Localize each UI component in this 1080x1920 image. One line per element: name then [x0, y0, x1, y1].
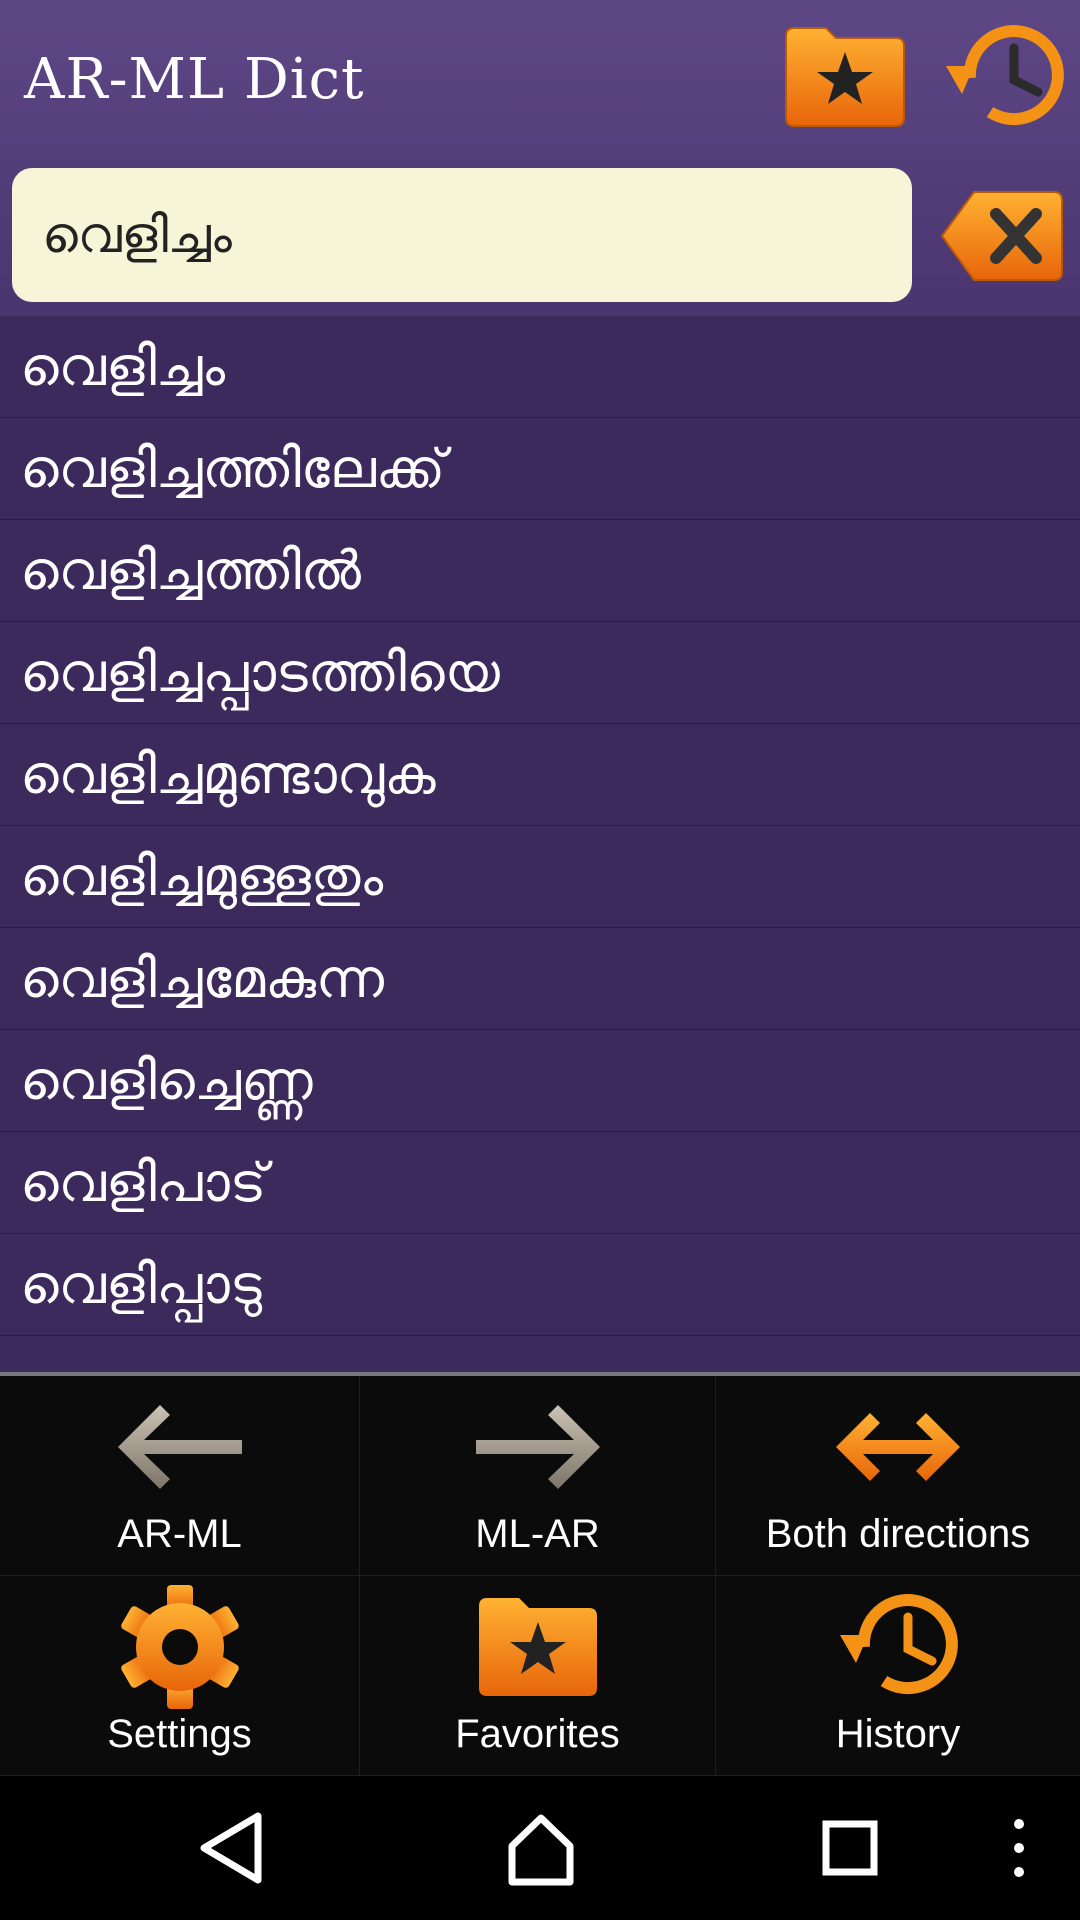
- menu-label: Both directions: [765, 1512, 1031, 1556]
- favorites-header-button[interactable]: [782, 26, 908, 128]
- result-item[interactable]: വെളിച്ചമുള്ളതും: [0, 826, 1080, 928]
- search-input[interactable]: [12, 168, 912, 302]
- folder-star-icon: [785, 27, 905, 127]
- result-item[interactable]: വെളിച്ചം: [0, 316, 1080, 418]
- menu-label: History: [835, 1712, 961, 1756]
- more-vert-icon: [1014, 1819, 1024, 1877]
- app-header: AR-ML Dict: [0, 0, 1080, 316]
- options-menu: AR-ML ML-AR Both directions Settings Fav…: [0, 1376, 1080, 1776]
- clear-search-button[interactable]: [940, 188, 1064, 284]
- menu-label: Settings: [107, 1712, 252, 1756]
- menu-label: ML-AR: [475, 1512, 600, 1556]
- home-button[interactable]: [506, 1806, 576, 1890]
- folder-star-icon: [475, 1582, 601, 1712]
- result-item[interactable]: വെളിപ്പാടു: [0, 1234, 1080, 1336]
- clear-x-icon: [940, 191, 1063, 281]
- menu-favorites[interactable]: Favorites: [360, 1576, 716, 1776]
- back-triangle-icon: [200, 1812, 262, 1884]
- overflow-menu-button[interactable]: [1004, 1806, 1034, 1890]
- menu-settings[interactable]: Settings: [0, 1576, 360, 1776]
- system-nav-bar: [0, 1776, 1080, 1920]
- clock-history-icon: [834, 1582, 962, 1712]
- gear-icon: [115, 1582, 245, 1712]
- menu-label: Favorites: [455, 1712, 620, 1756]
- result-item[interactable]: വെളിപാട്: [0, 1132, 1080, 1234]
- arrow-right-icon: [474, 1382, 602, 1512]
- app-title: AR-ML Dict: [24, 47, 365, 112]
- recents-button[interactable]: [818, 1806, 882, 1890]
- result-item[interactable]: വെളിച്ചമേകുന്ന: [0, 928, 1080, 1030]
- history-header-button[interactable]: [940, 22, 1068, 134]
- result-item[interactable]: വെളിച്ചപ്പാടത്തിയെ: [0, 622, 1080, 724]
- back-button[interactable]: [196, 1806, 266, 1890]
- menu-both-directions[interactable]: Both directions: [716, 1376, 1080, 1576]
- menu-ml-ar[interactable]: ML-AR: [360, 1376, 716, 1576]
- result-item[interactable]: വെളിച്ചത്തിൽ: [0, 520, 1080, 622]
- result-item[interactable]: വെളിച്ചമുണ്ടാവുക: [0, 724, 1080, 826]
- menu-label: AR-ML: [117, 1512, 242, 1556]
- result-item[interactable]: വെളിച്ചെണ്ണ: [0, 1030, 1080, 1132]
- arrow-left-icon: [116, 1382, 244, 1512]
- menu-ar-ml[interactable]: AR-ML: [0, 1376, 360, 1576]
- results-list: വെളിച്ചം വെളിച്ചത്തിലേക്ക് വെളിച്ചത്തിൽ …: [0, 316, 1080, 1374]
- clock-history-icon: [946, 25, 1064, 126]
- home-icon: [508, 1814, 574, 1886]
- arrow-both-icon: [834, 1382, 962, 1512]
- recents-square-icon: [822, 1820, 878, 1876]
- result-item[interactable]: വെളിച്ചത്തിലേക്ക്: [0, 418, 1080, 520]
- menu-history[interactable]: History: [716, 1576, 1080, 1776]
